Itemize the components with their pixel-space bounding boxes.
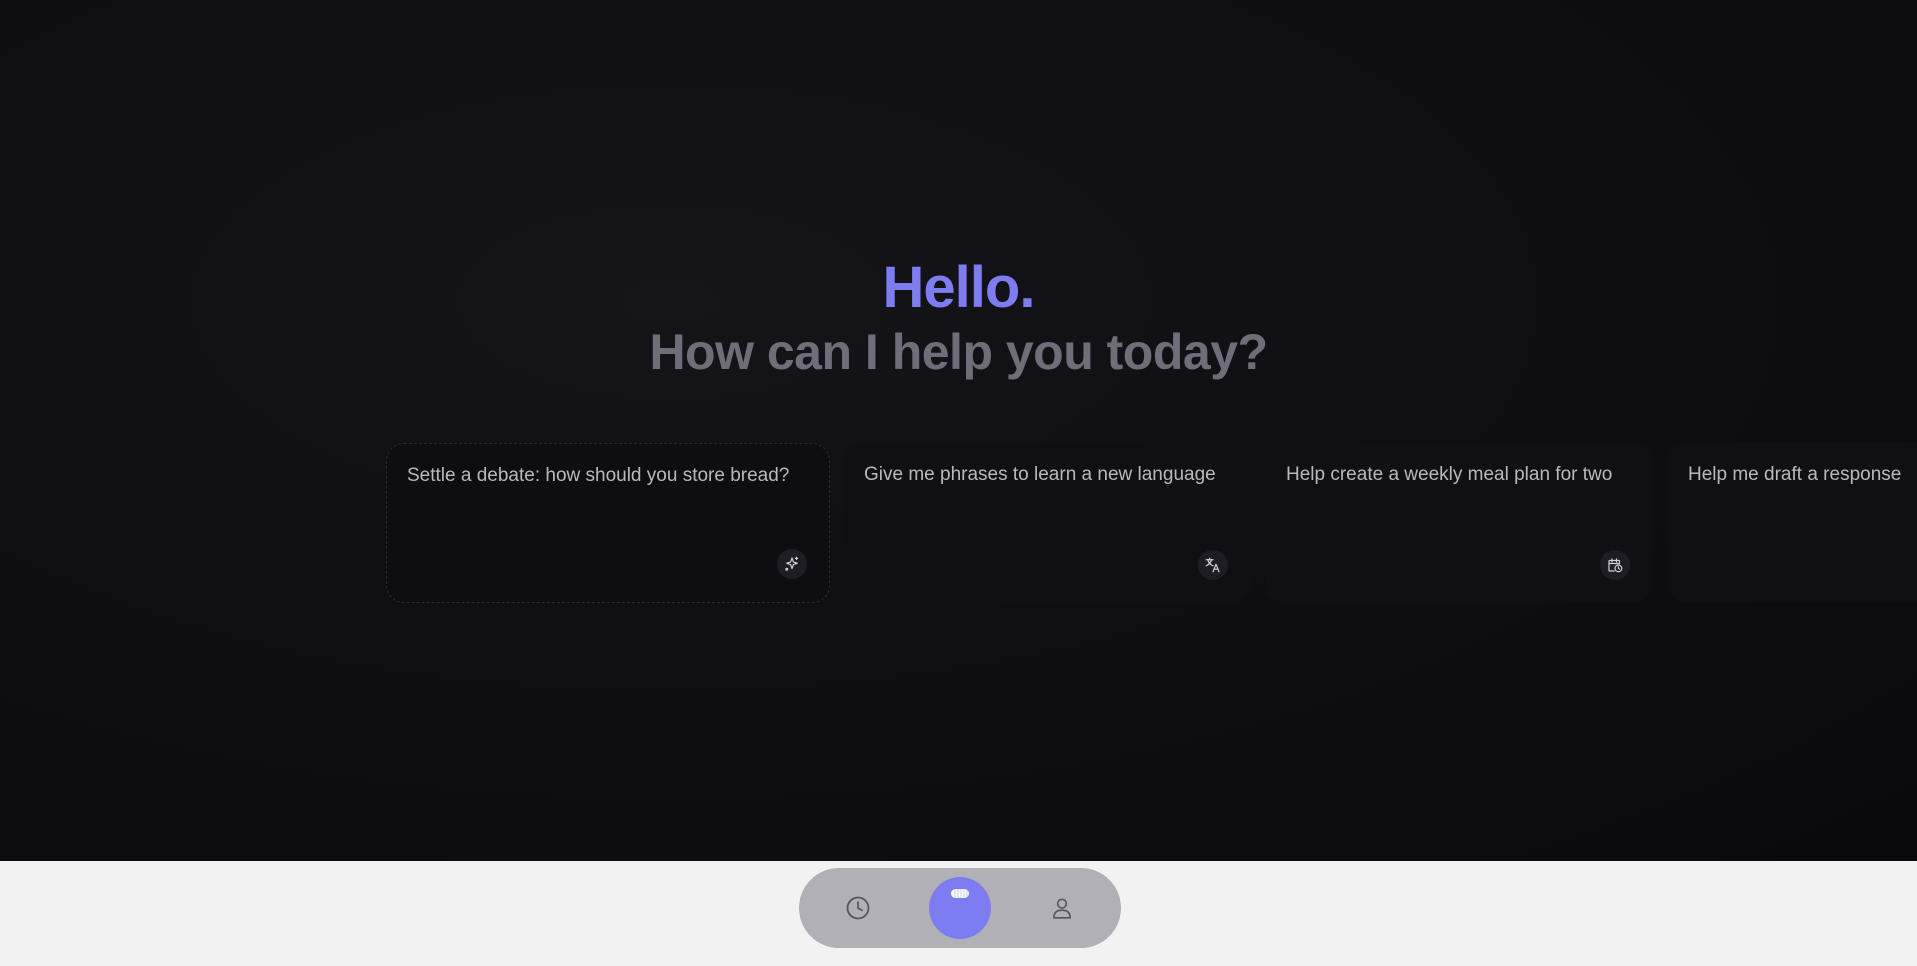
greeting-subtitle: How can I help you today? xyxy=(649,324,1268,380)
greeting: Hello. How can I help you today? xyxy=(0,248,1917,382)
history-clock-icon xyxy=(846,896,870,920)
suggestion-card[interactable]: Settle a debate: how should you store br… xyxy=(386,443,830,603)
suggestion-cards: Settle a debate: how should you store br… xyxy=(386,443,1917,603)
history-button[interactable] xyxy=(827,868,889,948)
translate-icon xyxy=(1198,550,1228,580)
suggestion-card[interactable]: Help create a weekly meal plan for two xyxy=(1266,443,1652,603)
sparkles-icon xyxy=(777,549,807,579)
assistant-orb-icon xyxy=(951,889,969,898)
suggestion-card-text: Help create a weekly meal plan for two xyxy=(1286,464,1613,485)
suggestion-card-text: Help me draft a response xyxy=(1688,464,1902,485)
suggestion-card-text: Settle a debate: how should you store br… xyxy=(407,465,790,486)
assistant-button[interactable] xyxy=(929,877,991,939)
suggestion-card[interactable]: Give me phrases to learn a new language xyxy=(844,443,1250,603)
bottom-nav xyxy=(799,868,1121,948)
suggestion-card[interactable]: Help me draft a response xyxy=(1668,443,1917,603)
greeting-hello: Hello. xyxy=(882,255,1036,320)
suggestion-card-text: Give me phrases to learn a new language xyxy=(864,464,1216,485)
profile-icon xyxy=(1053,898,1071,919)
chat-home-panel: Hello. How can I help you today? Settle … xyxy=(0,0,1917,861)
calendar-clock-icon xyxy=(1600,550,1630,580)
profile-button[interactable] xyxy=(1031,868,1093,948)
